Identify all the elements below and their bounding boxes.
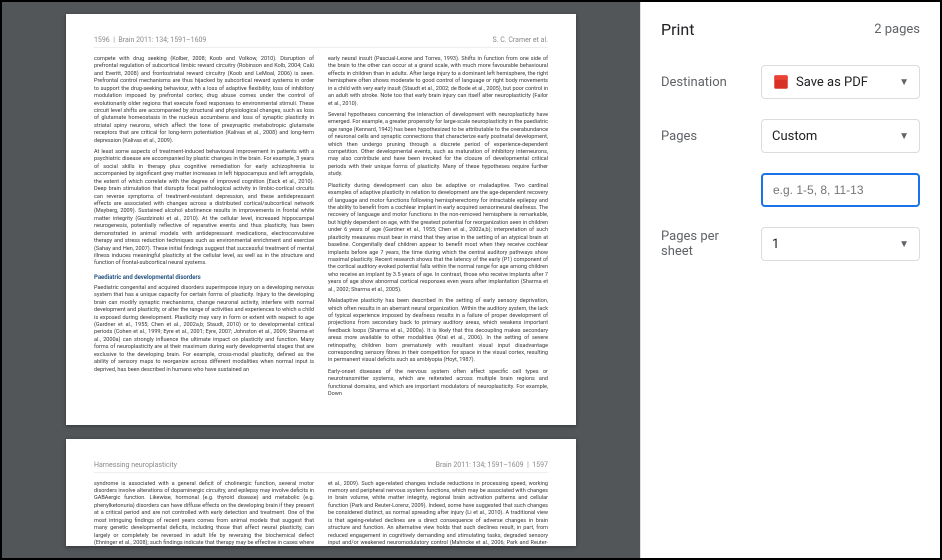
page-num: 1596 xyxy=(94,36,110,44)
preview-page-2: Harnessing neuroplasticity Brain 2011: 1… xyxy=(66,439,576,546)
destination-value: Save as PDF xyxy=(796,75,868,90)
pps-select[interactable]: 1 ▼ xyxy=(761,227,920,261)
destination-label: Destination xyxy=(661,75,751,90)
pages-label: Pages xyxy=(661,129,751,144)
chevron-down-icon: ▼ xyxy=(899,131,909,142)
chevron-down-icon: ▼ xyxy=(899,77,909,88)
chevron-down-icon: ▼ xyxy=(899,239,909,250)
pps-value: 1 xyxy=(772,237,779,252)
page-range-input-wrap[interactable] xyxy=(761,173,920,207)
journal-ref: Brain 2011: 134; 1591–1609 xyxy=(436,461,524,469)
page1-col-right: early neural insult (Pascual-Leone and T… xyxy=(328,56,548,403)
journal-ref: Brain 2011: 134; 1591–1609 xyxy=(118,36,206,44)
pages-select[interactable]: Custom ▼ xyxy=(761,119,920,153)
pages-input-row xyxy=(661,173,920,207)
page1-col-left: compete with drug seeking (Kolber, 2008;… xyxy=(94,56,314,403)
print-settings-panel: Print 2 pages Destination Save as PDF ▼ … xyxy=(640,2,940,558)
print-preview-pane[interactable]: 1596 | Brain 2011: 134; 1591–1609 S. C. … xyxy=(2,2,640,558)
running-title: Harnessing neuroplasticity xyxy=(94,461,177,469)
destination-select[interactable]: Save as PDF ▼ xyxy=(761,65,920,99)
pages-per-sheet-row: Pages per sheet 1 ▼ xyxy=(661,227,920,261)
page-header: Harnessing neuroplasticity Brain 2011: 1… xyxy=(94,461,548,473)
page2-col-left: syndrome is associated with a general de… xyxy=(94,481,314,546)
pages-row: Pages Custom ▼ xyxy=(661,119,920,153)
page-header: 1596 | Brain 2011: 134; 1591–1609 S. C. … xyxy=(94,36,548,48)
section-heading: Paediatric and developmental disorders xyxy=(94,274,314,282)
page2-col-right: et al., 2009). Such age-related changes … xyxy=(328,481,548,546)
authors: S. C. Cramer et al. xyxy=(492,36,548,44)
pages-value: Custom xyxy=(772,129,817,144)
pdf-icon xyxy=(772,73,790,91)
preview-page-1: 1596 | Brain 2011: 134; 1591–1609 S. C. … xyxy=(66,14,576,425)
panel-title: Print xyxy=(661,20,694,39)
destination-row: Destination Save as PDF ▼ xyxy=(661,65,920,99)
page-range-input[interactable] xyxy=(773,183,908,197)
page-num: 1597 xyxy=(532,461,548,469)
page-count: 2 pages xyxy=(874,22,920,37)
pps-label: Pages per sheet xyxy=(661,229,751,259)
